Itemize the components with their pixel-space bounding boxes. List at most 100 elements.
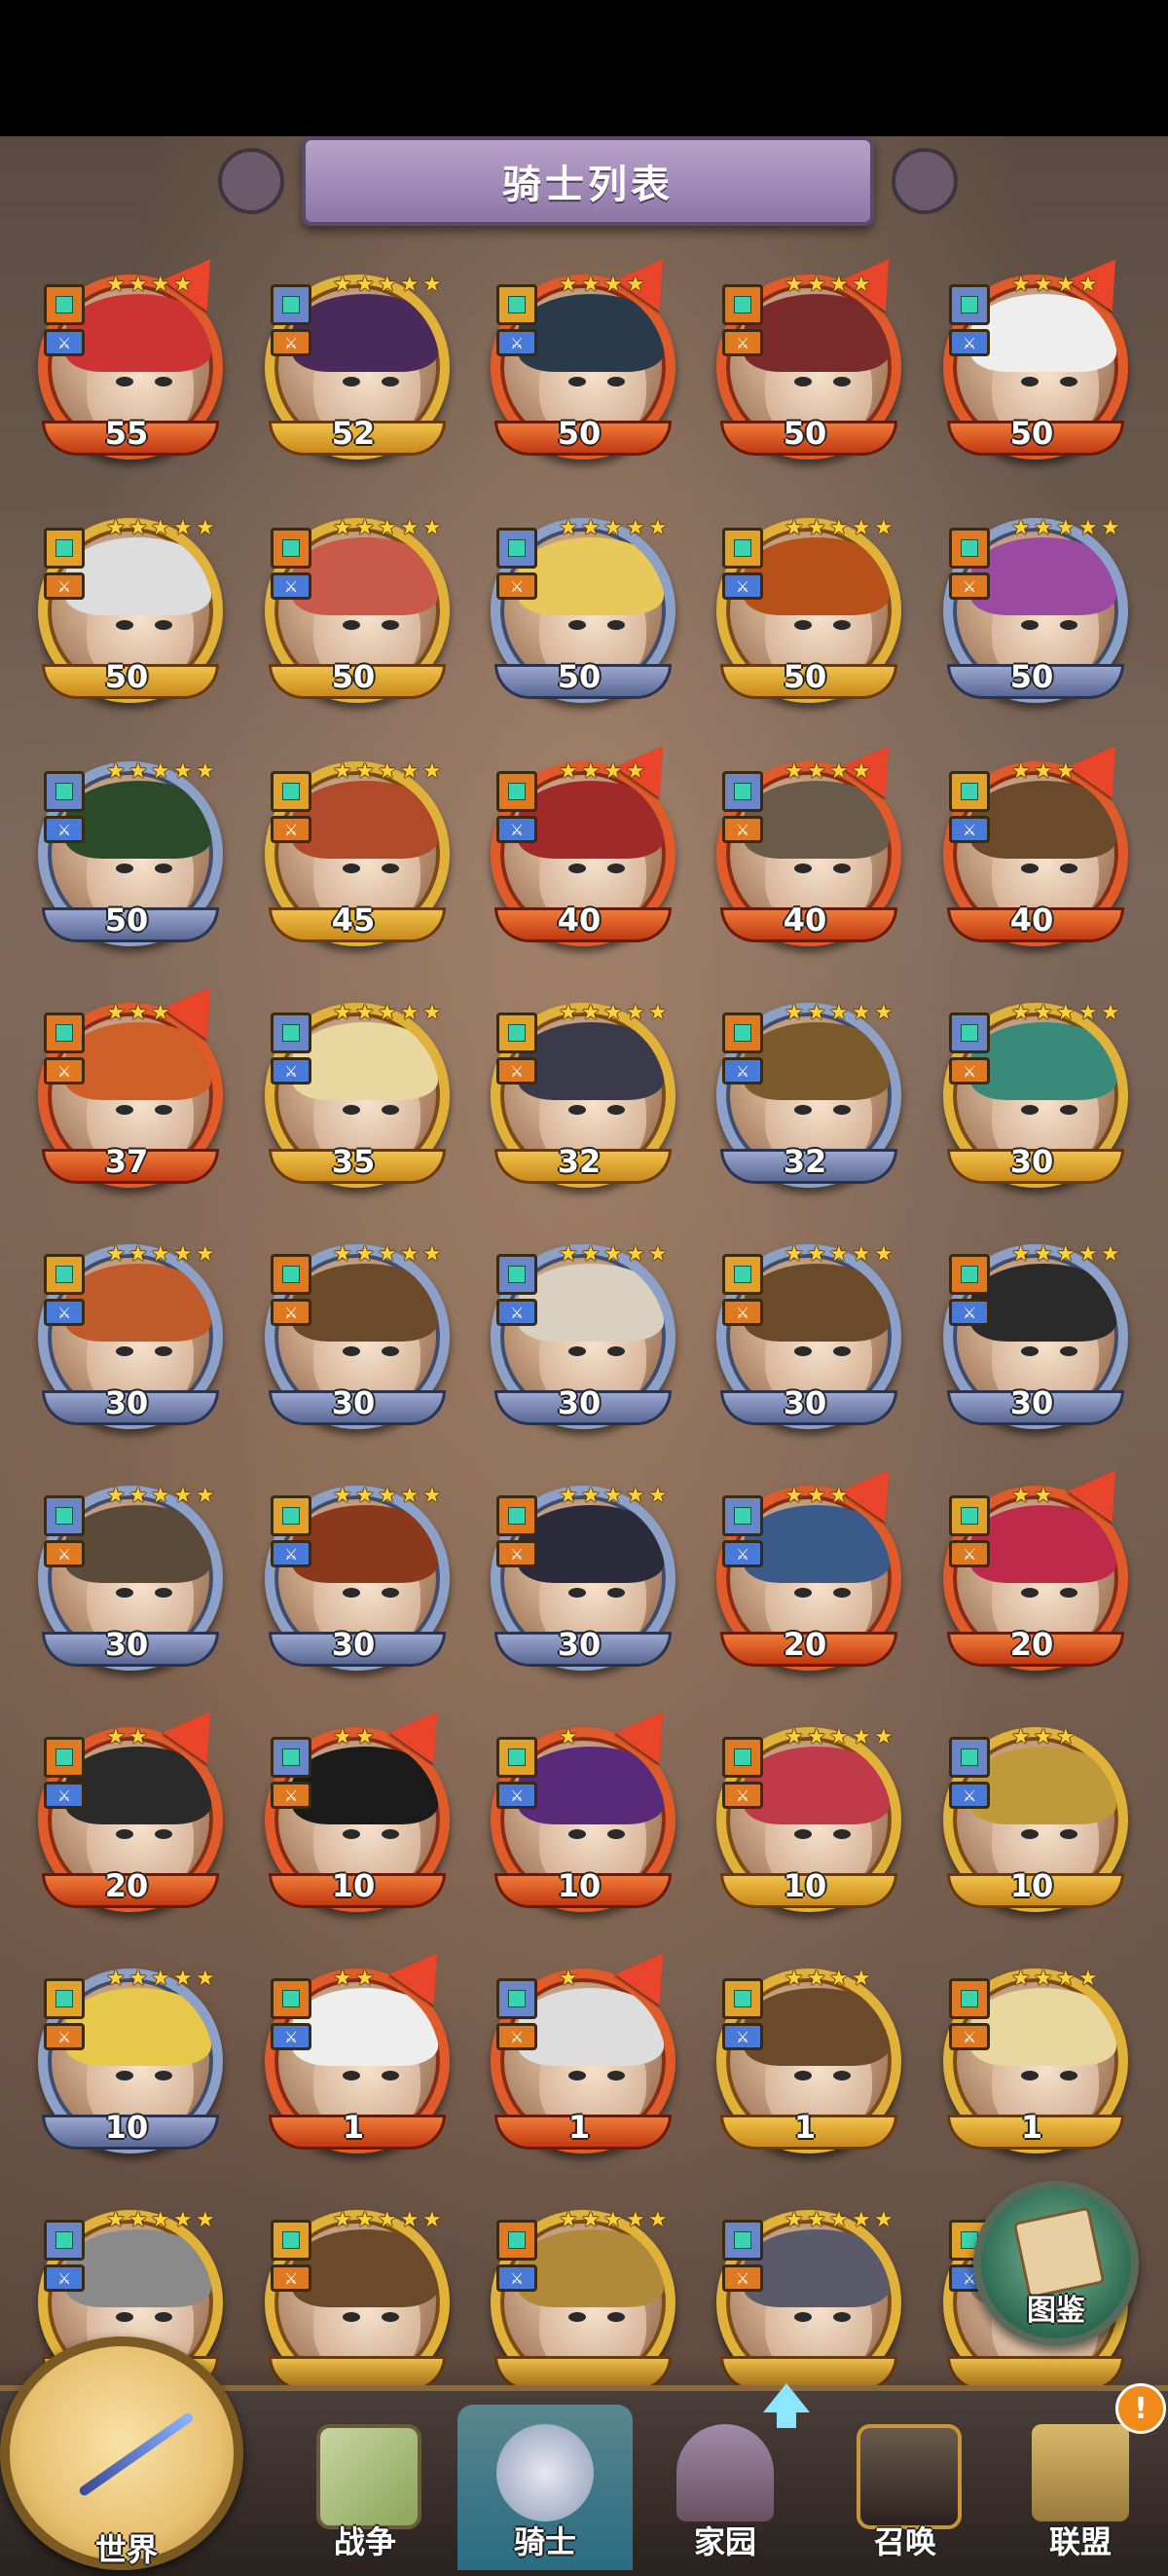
star-rating: ★ ★ ★ <box>1011 1727 1077 1748</box>
hero-card[interactable]: ⚔ ★ ★ 10 <box>251 1696 460 1922</box>
hero-card[interactable]: ⚔ ★ ★ ★ ★ ★ 32 <box>477 983 681 1197</box>
hero-card[interactable]: ⚔ ★ ★ ★ ★ ★ 50 <box>251 498 456 713</box>
hero-card[interactable]: ⚔ ★ ★ ★ ★ ★ 32 <box>703 983 907 1197</box>
hero-eye <box>833 377 851 386</box>
codex-button[interactable]: 图鉴 <box>973 2181 1139 2346</box>
weapon-badge-icon: ⚔ <box>949 572 990 600</box>
hero-card[interactable]: ⚔ ★ ★ ★ ★ ★ 30 <box>930 1225 1134 1439</box>
star-rating: ★★★★★ <box>333 1003 444 1024</box>
star-icon: ★ <box>603 516 623 540</box>
hero-card[interactable]: ⚔ ★ ★ ★ ★ ★ 30 <box>477 1466 681 1680</box>
hero-card[interactable]: ⚔ ★ 10 <box>477 1696 686 1922</box>
star-icon: ★ <box>1078 516 1098 540</box>
hero-eye <box>794 2071 812 2080</box>
hero-card[interactable]: ⚔ ★ ★ ★ ★ 1 <box>930 1949 1134 2163</box>
hero-card[interactable]: ⚔ ★ ★ ★ ★ ★ 30 <box>703 1225 907 1439</box>
hero-card[interactable]: ⚔ ★ ★ ★ ★ ★ 30 <box>251 1466 456 1680</box>
hero-card[interactable]: ⚔ ★ ★ 20 <box>24 1696 234 1922</box>
hero-card[interactable]: ⚔ ★ ★ ★ ★ ★ 50 <box>24 498 229 713</box>
hero-card[interactable]: ⚔ ★ ★ ★ ★ ★ 52 <box>251 255 456 469</box>
hero-card[interactable]: ⚔ ★ ★ ★ ★ 1 <box>703 1949 907 2163</box>
hero-card[interactable]: ⚔ ★ ★ ★ 40 <box>930 730 1139 956</box>
star-rating: ★ ★ <box>106 1727 150 1748</box>
hero-card[interactable]: ⚔ ★ ★ ★ 10 <box>930 1708 1134 1922</box>
class-symbol-icon <box>282 1748 300 1766</box>
weapon-badge-icon: ⚔ <box>271 1782 311 1809</box>
class-badge-icon <box>271 1495 311 1536</box>
hero-card[interactable]: ⚔ ★ ★ ★ 20 <box>703 1454 912 1680</box>
class-badge-icon <box>722 1737 763 1778</box>
hero-eye <box>382 1105 399 1115</box>
hero-card[interactable]: ⚔ ★ ★ ★ ★ ★ 50 <box>930 498 1134 713</box>
hero-card[interactable]: ⚔ ★ ★ ★ ★ 55 <box>24 243 234 469</box>
hero-card[interactable]: ⚔ ★ ★ ★ ★ 50 <box>930 243 1139 469</box>
nav-knight[interactable]: 骑士 <box>457 2405 633 2570</box>
weapon-badge-icon: ⚔ <box>496 2264 537 2292</box>
star-icon: ★ <box>559 1242 578 1267</box>
star-icon: ★ <box>1011 1725 1031 1749</box>
hero-card[interactable]: ⚔ ★ ★ ★ ★ ★ 30 <box>477 1225 681 1439</box>
nav-war[interactable]: 战争 <box>277 2405 453 2570</box>
hero-card[interactable]: ⚔ ★ ★ ★ ★ ★ 50 <box>703 498 907 713</box>
hero-card[interactable]: ⚔ ★ ★ ★ ★ ★ 30 <box>24 1466 229 1680</box>
weapon-badge-icon: ⚔ <box>44 1299 85 1326</box>
star-icon: ★ <box>151 1242 170 1267</box>
star-icon: ★ <box>422 516 442 540</box>
hero-card[interactable]: ⚔ ★ ★ 20 <box>930 1454 1139 1680</box>
hero-card[interactable]: ⚔ ★ ★ ★ ★ 50 <box>703 243 912 469</box>
hero-eye <box>116 1588 133 1598</box>
hero-eye <box>607 1105 625 1115</box>
hero-hair <box>518 1022 664 1100</box>
star-rating: ★ <box>559 1727 580 1748</box>
hero-card[interactable]: ⚔ ★ ★ ★ 37 <box>24 972 234 1197</box>
hero-card[interactable]: ⚔ ★ ★ ★ ★ ★ 35 <box>251 983 456 1197</box>
hero-card[interactable]: ⚔ ★ ★ ★ ★ ★ 10 <box>24 1949 229 2163</box>
star-icon: ★ <box>196 1967 215 1991</box>
weapon-badge-icon: ⚔ <box>271 329 311 356</box>
hero-card[interactable]: ⚔ ★ ★ ★ ★ ★ 50 <box>24 742 229 956</box>
hero-eye <box>1021 620 1039 630</box>
star-icon: ★ <box>603 2208 623 2232</box>
star-icon: ★ <box>378 1242 397 1267</box>
hero-card[interactable]: ⚔ ★ ★ ★ ★ ★ 30 <box>930 983 1134 1197</box>
hero-eye <box>568 1588 586 1598</box>
class-symbol-icon <box>961 539 978 557</box>
star-icon: ★ <box>106 1725 126 1749</box>
class-symbol-icon <box>282 539 300 557</box>
star-icon: ★ <box>355 1001 375 1025</box>
nav-summon[interactable]: 召唤 <box>818 2405 993 2570</box>
hero-card[interactable]: ⚔ ★ ★ ★ ★ ★ 50 <box>477 498 681 713</box>
star-rating: ★★★★★ <box>559 1486 670 1507</box>
hero-eye <box>116 377 133 386</box>
class-badge-icon <box>496 1012 537 1053</box>
hero-eye <box>382 2312 399 2322</box>
star-icon: ★ <box>422 759 442 784</box>
star-rating: ★ ★ ★ ★ <box>1011 275 1100 296</box>
star-icon: ★ <box>559 2208 578 2232</box>
weapon-badge-icon: ⚔ <box>722 1299 763 1326</box>
hero-card[interactable]: ⚔ ★ ★ ★ ★ ★ 10 <box>703 1708 907 1922</box>
hero-card[interactable]: ⚔ ★ ★ ★ ★ 40 <box>703 730 912 956</box>
hero-card[interactable]: ⚔ ★ ★ ★ ★ 50 <box>477 243 686 469</box>
star-rating: ★★★★★ <box>333 2210 444 2231</box>
hero-card[interactable]: ⚔ ★ 1 <box>477 1937 686 2163</box>
star-icon: ★ <box>333 1001 352 1025</box>
hero-card[interactable]: ⚔ ★ ★ 1 <box>251 1937 460 2163</box>
star-icon: ★ <box>829 2208 849 2232</box>
hero-card[interactable]: ⚔ ★ ★ ★ ★ 40 <box>477 730 686 956</box>
hero-eye <box>568 377 586 386</box>
hero-card[interactable]: ⚔ ★ ★ ★ ★ ★ 30 <box>24 1225 229 1439</box>
class-symbol-icon <box>55 1024 73 1042</box>
hero-hair <box>292 294 438 372</box>
star-icon: ★ <box>626 1484 645 1508</box>
class-symbol-icon <box>55 1507 73 1525</box>
nav-home[interactable]: 家园 <box>638 2405 813 2570</box>
world-button[interactable]: 世界 <box>0 2337 243 2570</box>
hero-card[interactable]: ⚔ ★ ★ ★ ★ ★ 45 <box>251 742 456 956</box>
class-badge-icon <box>722 2220 763 2261</box>
star-rating: ★★★★★ <box>333 761 444 783</box>
weapon-badge-icon: ⚔ <box>496 816 537 843</box>
star-icon: ★ <box>626 273 645 297</box>
hero-card[interactable]: ⚔ ★ ★ ★ ★ ★ 30 <box>251 1225 456 1439</box>
hero-level: 50 <box>783 658 827 695</box>
